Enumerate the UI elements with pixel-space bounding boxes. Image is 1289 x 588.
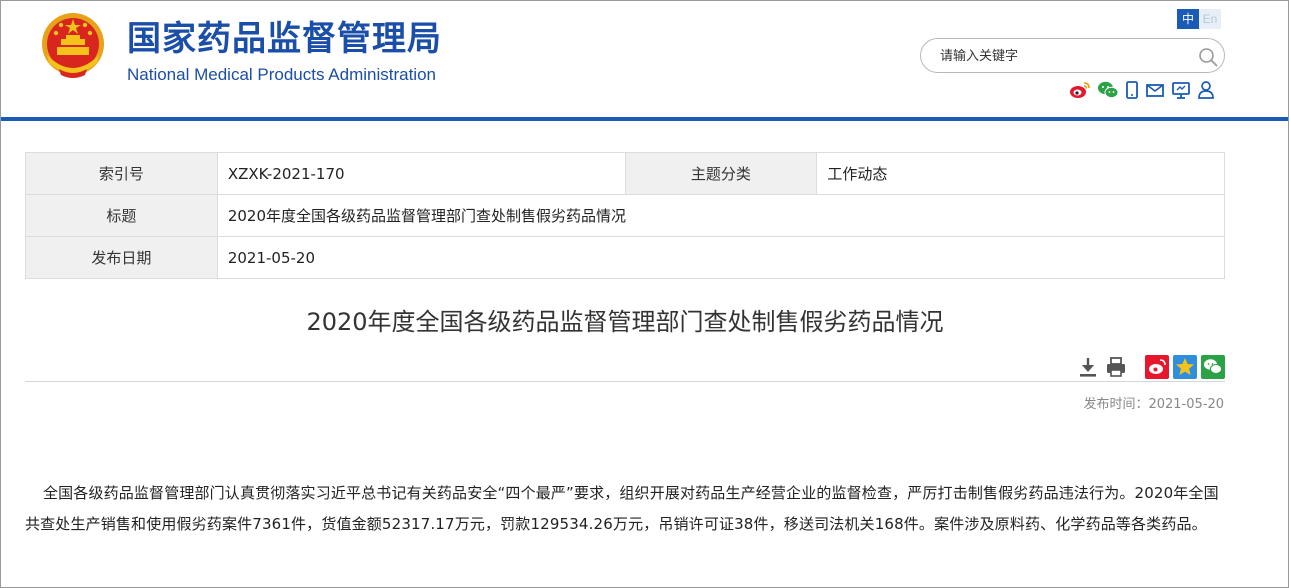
print-icon[interactable]	[1105, 355, 1127, 379]
date-label: 发布日期	[25, 236, 218, 279]
search-box	[920, 38, 1225, 73]
download-icon[interactable]	[1077, 355, 1099, 379]
category-label: 主题分类	[624, 152, 818, 195]
site-header: 国家药品监督管理局 National Medical Products Admi…	[1, 1, 1288, 121]
wechat-icon[interactable]	[1097, 80, 1119, 100]
favorite-star-icon[interactable]	[1173, 355, 1197, 379]
share-weibo-icon[interactable]	[1145, 355, 1169, 379]
title-label: 标题	[25, 194, 218, 237]
title-value: 2020年度全国各级药品监督管理部门查处制售假劣药品情况	[216, 194, 1226, 237]
meta-row: 标题 2020年度全国各级药品监督管理部门查处制售假劣药品情况	[25, 194, 1226, 237]
article-meta-table: 索引号 XZXK-2021-170 主题分类 工作动态 标题 2020年度全国各…	[25, 152, 1226, 279]
weibo-icon[interactable]	[1069, 80, 1091, 100]
search-icon[interactable]	[1197, 46, 1219, 68]
display-icon[interactable]	[1171, 80, 1191, 100]
share-wechat-icon[interactable]	[1201, 355, 1225, 379]
search-input[interactable]	[940, 46, 1190, 66]
meta-row: 发布日期 2021-05-20	[25, 236, 1226, 279]
lang-zh-button[interactable]: 中	[1177, 9, 1199, 29]
article-body: 全国各级药品监督管理部门认真贯彻落实习近平总书记有关药品安全“四个最严”要求，组…	[25, 478, 1229, 540]
title-divider	[25, 381, 1225, 382]
publish-time: 发布时间：2021-05-20	[1083, 397, 1224, 412]
index-value: XZXK-2021-170	[216, 152, 626, 195]
mail-icon[interactable]	[1145, 80, 1165, 100]
header-divider-bar	[1, 117, 1288, 121]
index-label: 索引号	[25, 152, 218, 195]
lang-en-button[interactable]: En	[1199, 9, 1221, 29]
date-value: 2021-05-20	[216, 236, 1226, 279]
site-title-en[interactable]: National Medical Products Administration	[127, 65, 436, 85]
meta-row: 索引号 XZXK-2021-170 主题分类 工作动态	[25, 152, 1225, 195]
user-icon[interactable]	[1197, 80, 1215, 100]
category-value: 工作动态	[816, 152, 1225, 195]
national-emblem-icon[interactable]	[39, 11, 107, 81]
mobile-icon[interactable]	[1125, 80, 1139, 100]
article-paragraph: 全国各级药品监督管理部门认真贯彻落实习近平总书记有关药品安全“四个最严”要求，组…	[25, 484, 1219, 533]
article-title: 2020年度全国各级药品监督管理部门查处制售假劣药品情况	[306, 308, 944, 336]
language-switch: 中 En	[1177, 9, 1221, 29]
site-title[interactable]: 国家药品监督管理局	[127, 16, 442, 62]
